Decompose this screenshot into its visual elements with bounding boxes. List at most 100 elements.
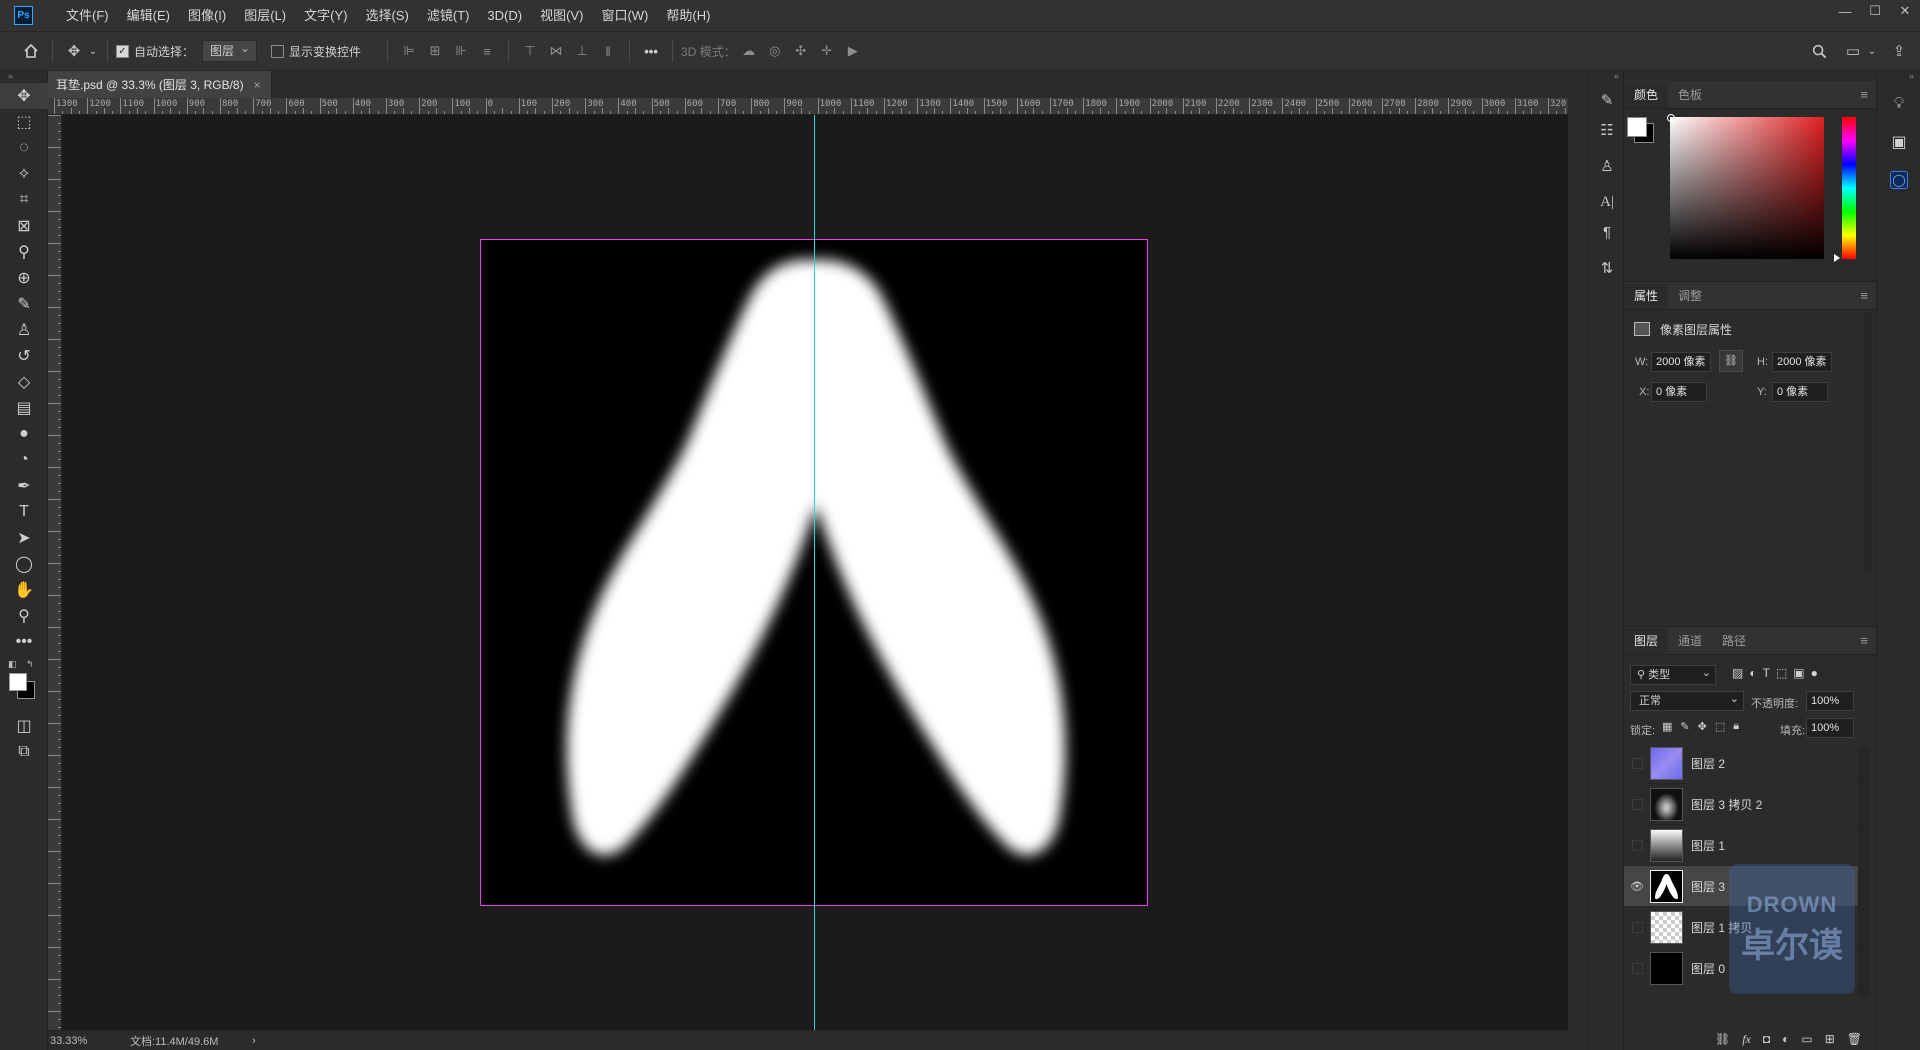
hue-slider[interactable] — [1842, 117, 1856, 259]
link-layers-icon[interactable]: ⛓ — [1715, 1032, 1730, 1046]
align-left-icon[interactable]: ⊫ — [398, 40, 420, 62]
pen-tool-icon[interactable]: ✒ — [0, 473, 48, 499]
move-tool-icon[interactable]: ✥ — [0, 83, 48, 109]
saturation-brightness-field[interactable] — [1670, 117, 1824, 259]
crop-tool-icon[interactable]: ⌗ — [0, 187, 48, 213]
ellipse-tool-icon[interactable]: ◯ — [0, 551, 48, 577]
history-brush-icon[interactable]: ↺ — [0, 343, 48, 369]
new-layer-icon[interactable]: ⊞ — [1825, 1032, 1835, 1046]
brush-tool-icon[interactable]: ✎ — [0, 291, 48, 317]
align-right-icon[interactable]: ⊪ — [450, 40, 472, 62]
tab-paths[interactable]: 路径 — [1712, 628, 1756, 654]
3d-camera-icon[interactable]: ▶ — [842, 40, 864, 62]
3d-slide-icon[interactable]: ✛ — [816, 40, 838, 62]
chevron-down-icon[interactable]: ⌄ — [1866, 38, 1878, 64]
menu-edit[interactable]: 编辑(E) — [118, 0, 179, 31]
layers-scrollbar[interactable] — [1858, 747, 1870, 997]
filter-toggle-icon[interactable]: ● — [1811, 666, 1818, 680]
paragraph-panel-icon[interactable]: ¶ — [1589, 217, 1625, 247]
menu-type[interactable]: 文字(Y) — [295, 0, 356, 31]
align-top-icon[interactable]: ⊤ — [519, 40, 541, 62]
screen-mode-icon[interactable]: ⧉ — [0, 739, 48, 765]
tab-channels[interactable]: 通道 — [1668, 628, 1712, 654]
auto-select-target-dropdown[interactable]: 图层 — [202, 38, 258, 62]
menu-image[interactable]: 图像(I) — [179, 0, 235, 31]
expand-panels-icon[interactable]: « — [1589, 71, 1623, 85]
panel-menu-icon[interactable]: ≡ — [1860, 633, 1868, 648]
hand-tool-icon[interactable]: ✋ — [0, 577, 48, 603]
creative-cloud-icon[interactable]: ◯ — [1877, 161, 1920, 199]
filter-shape-icon[interactable]: ⬚ — [1776, 666, 1787, 680]
y-input[interactable]: 0 像素 — [1772, 382, 1828, 402]
share-icon[interactable]: ⇪ — [1886, 38, 1912, 64]
filter-smart-object-icon[interactable]: ▣ — [1793, 666, 1804, 680]
chevron-down-icon[interactable]: ⌄ — [87, 38, 99, 64]
workspace-icon[interactable]: ▭ — [1840, 38, 1866, 64]
foreground-color-swatch[interactable] — [9, 673, 27, 691]
add-mask-icon[interactable]: ◘ — [1763, 1032, 1770, 1046]
hue-slider-handle[interactable] — [1834, 254, 1840, 262]
layer-row[interactable]: 图层 2 — [1624, 743, 1858, 784]
layer-row[interactable]: 图层 1 — [1624, 825, 1858, 866]
filter-type-icon[interactable]: T — [1763, 666, 1770, 680]
align-middle-v-icon[interactable]: ⋈ — [545, 40, 567, 62]
adjustment-layer-icon[interactable]: ◐ — [1782, 1032, 1789, 1046]
healing-tool-icon[interactable]: ⊕ — [0, 265, 48, 291]
opacity-input[interactable]: 100% — [1806, 691, 1854, 711]
color-picker-marker[interactable] — [1667, 114, 1675, 122]
learn-lightbulb-icon[interactable]: 💡︎ — [1877, 85, 1920, 123]
zoom-level[interactable]: 33.33% — [48, 1035, 108, 1047]
stamp-tool-icon[interactable]: ♙ — [0, 317, 48, 343]
lasso-tool-icon[interactable]: ◌ — [0, 135, 48, 161]
menu-filter[interactable]: 滤镜(T) — [418, 0, 479, 31]
3d-pan-icon[interactable]: ✣ — [790, 40, 812, 62]
fx-icon[interactable]: fx — [1742, 1032, 1751, 1047]
layer-filter-dropdown[interactable]: ⚲ 类型 ⌄ — [1630, 665, 1716, 685]
close-icon[interactable]: ✕ — [1890, 0, 1920, 22]
lock-position-icon[interactable]: ✥ — [1698, 720, 1707, 733]
align-center-h-icon[interactable]: ⊞ — [424, 40, 446, 62]
close-tab-icon[interactable]: × — [254, 78, 261, 92]
menu-help[interactable]: 帮助(H) — [657, 0, 719, 31]
menu-layer[interactable]: 图层(L) — [235, 0, 295, 31]
magic-wand-tool-icon[interactable]: ✧ — [0, 161, 48, 187]
filter-adjustment-icon[interactable]: ◐ — [1749, 666, 1756, 680]
lock-artboard-icon[interactable]: ⬚ — [1715, 720, 1725, 733]
document-tab[interactable]: 耳垫.psd @ 33.3% (图层 3, RGB/8) × — [48, 71, 272, 98]
lock-all-icon[interactable]: 🔒︎ — [1733, 720, 1739, 733]
character-panel-icon[interactable]: A| — [1589, 187, 1625, 217]
move-tool-icon[interactable]: ✥ — [61, 38, 87, 64]
edit-toolbar-icon[interactable]: ••• — [0, 629, 48, 655]
libraries-icon[interactable]: ▣ — [1877, 123, 1920, 161]
lock-pixels-icon[interactable]: ✎ — [1680, 720, 1689, 733]
canvas-area[interactable] — [62, 115, 1568, 1030]
width-input[interactable]: 2000 像素 — [1651, 352, 1711, 372]
menu-view[interactable]: 视图(V) — [531, 0, 592, 31]
distribute-h-icon[interactable]: ≡ — [476, 40, 498, 62]
status-menu-arrow-icon[interactable]: › — [238, 1035, 256, 1047]
collapse-icon[interactable]: » — [0, 71, 47, 83]
tab-adjustments[interactable]: 调整 — [1668, 283, 1712, 309]
menu-select[interactable]: 选择(S) — [356, 0, 417, 31]
visibility-toggle[interactable] — [1624, 921, 1650, 933]
delete-layer-icon[interactable]: 🗑︎ — [1847, 1032, 1862, 1046]
tab-color[interactable]: 颜色 — [1624, 82, 1669, 108]
panel-menu-icon[interactable]: ≡ — [1860, 87, 1868, 102]
eyedropper-tool-icon[interactable]: ⚲ — [0, 239, 48, 265]
eye-icon[interactable]: 👁︎ — [1624, 880, 1650, 893]
tab-layers[interactable]: 图层 — [1624, 628, 1669, 654]
menu-3d[interactable]: 3D(D) — [478, 0, 531, 31]
properties-scrollbar[interactable] — [1864, 312, 1872, 572]
quick-mask-icon[interactable]: ◫ — [0, 713, 48, 739]
swap-colors-icon[interactable]: ↰ — [26, 659, 34, 670]
search-icon[interactable] — [1806, 38, 1832, 64]
distribute-v-icon[interactable]: ‖ — [597, 40, 619, 62]
menu-window[interactable]: 窗口(W) — [592, 0, 657, 31]
gradient-tool-icon[interactable]: ▤ — [0, 395, 48, 421]
visibility-toggle[interactable] — [1624, 962, 1650, 974]
x-input[interactable]: 0 像素 — [1651, 382, 1707, 402]
tab-swatches[interactable]: 色板 — [1668, 82, 1712, 108]
vertical-guide[interactable] — [814, 115, 815, 1030]
default-colors-icon[interactable]: ◧ — [8, 659, 17, 670]
collapse-icon[interactable]: » — [1877, 71, 1920, 85]
